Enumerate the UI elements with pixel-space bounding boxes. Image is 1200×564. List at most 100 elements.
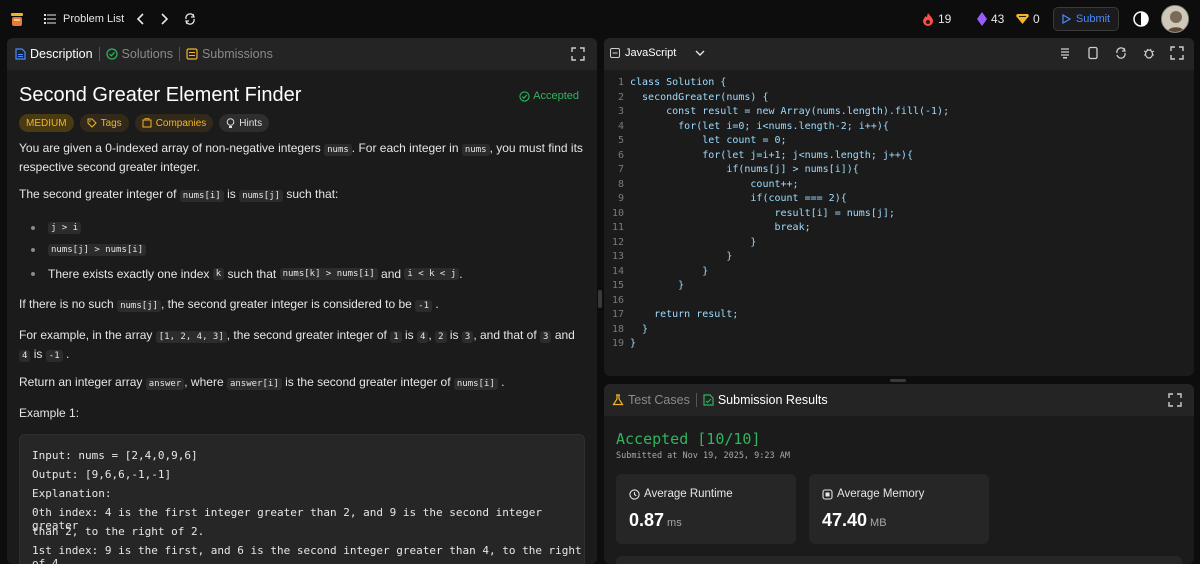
problem-list-label: Problem List bbox=[63, 13, 125, 25]
expand-icon[interactable] bbox=[1170, 46, 1184, 60]
code-line: 15 } bbox=[611, 280, 685, 291]
runtime-label: Average Runtime bbox=[629, 488, 733, 500]
code-line: 14 } bbox=[611, 265, 709, 277]
submit-button[interactable]: Submit bbox=[1053, 7, 1119, 31]
format-icon[interactable] bbox=[1058, 46, 1072, 60]
code-editor-panel: JavaScript 1 class Solution { 2 secondGre… bbox=[604, 38, 1194, 376]
chevron-down-icon bbox=[695, 50, 705, 56]
chevron-left-icon bbox=[136, 13, 144, 25]
language-select[interactable]: JavaScript bbox=[610, 47, 705, 59]
tab-submission-results[interactable]: Submission Results bbox=[703, 393, 828, 407]
example-output: Output: [9,6,6,-1,-1] bbox=[32, 468, 172, 481]
description-paragraph-3: If there is no such nums[j], the second … bbox=[19, 297, 439, 312]
user-avatar[interactable] bbox=[1161, 5, 1189, 33]
memory-value: 47.40 MB bbox=[822, 510, 887, 530]
expand-icon[interactable] bbox=[571, 47, 585, 61]
accepted-status: Accepted bbox=[519, 90, 579, 102]
bullet-dot bbox=[31, 226, 35, 230]
theme-toggle[interactable] bbox=[1131, 9, 1151, 29]
bullet-dot bbox=[31, 272, 35, 276]
description-panel: Description Solutions Submissions Second… bbox=[7, 38, 597, 564]
code-line: 5 let count = 0; bbox=[617, 135, 787, 146]
example-input: Input: nums = [2,4,0,9,6] bbox=[32, 449, 198, 462]
runtime-value: 0.87 ms bbox=[629, 510, 682, 530]
editor-toolbar: JavaScript bbox=[604, 38, 1194, 70]
memory-card: Average Memory 47.40 MB bbox=[809, 474, 989, 544]
flask-icon bbox=[612, 394, 624, 406]
app-logo-icon[interactable] bbox=[10, 11, 24, 27]
tab-submissions[interactable]: Submissions bbox=[186, 47, 273, 61]
code-line: 9 if(count === 2){ bbox=[617, 193, 847, 204]
results-panel: Test Cases Submission Results Accepted [… bbox=[604, 384, 1194, 564]
coin-counter[interactable]: 0 bbox=[1016, 0, 1040, 38]
code-line: 19} bbox=[611, 338, 637, 349]
debug-icon[interactable] bbox=[1142, 46, 1156, 60]
coin-count: 0 bbox=[1033, 12, 1040, 26]
streak-counter[interactable]: 19 bbox=[922, 0, 951, 38]
streak-count: 19 bbox=[938, 12, 952, 26]
tag-icon bbox=[87, 118, 97, 128]
example-box: Input: nums = [2,4,0,9,6] Output: [9,6,6… bbox=[19, 434, 585, 564]
shuffle-button[interactable] bbox=[180, 9, 200, 29]
gem-icon bbox=[977, 12, 987, 26]
code-line: 7 if(nums[j] > nums[i]){ bbox=[617, 164, 859, 175]
code-line: 6 for(let j=i+1; j<nums.length; j++){ bbox=[617, 149, 913, 161]
tab-divider bbox=[98, 47, 100, 61]
code-line: 17 return result; bbox=[611, 309, 739, 320]
contrast-icon bbox=[1133, 11, 1149, 27]
bookmark-icon[interactable] bbox=[1086, 46, 1100, 60]
submitted-timestamp: Submitted at Nov 19, 2025, 9:23 AM bbox=[616, 451, 790, 461]
tab-description[interactable]: Description bbox=[15, 47, 93, 61]
building-icon bbox=[142, 118, 152, 128]
problem-list-button[interactable]: Problem List bbox=[44, 0, 124, 38]
verdict-text: Accepted [10/10] bbox=[616, 430, 761, 448]
results-tabbar: Test Cases Submission Results bbox=[604, 384, 1194, 416]
condition-bullet-3: There exists exactly one index k such th… bbox=[31, 267, 463, 281]
expand-icon[interactable] bbox=[1168, 393, 1182, 407]
description-paragraph-2: The second greater integer of nums[i] is… bbox=[19, 187, 339, 202]
list-icon bbox=[44, 14, 56, 24]
gem-counter[interactable]: 43 bbox=[977, 0, 1004, 38]
next-problem-button[interactable] bbox=[154, 9, 174, 29]
hints-button[interactable]: Hints bbox=[219, 114, 270, 132]
vertical-splitter-handle[interactable] bbox=[598, 290, 602, 308]
reset-icon[interactable] bbox=[1114, 46, 1128, 60]
tags-button[interactable]: Tags bbox=[79, 114, 129, 132]
code-line: 13 } bbox=[611, 251, 733, 262]
example-explanation-label: Explanation: bbox=[32, 487, 112, 500]
fire-icon bbox=[923, 12, 933, 26]
code-line: 12 } bbox=[611, 236, 757, 248]
code-line: 10 result[i] = nums[j]; bbox=[611, 207, 895, 219]
horizontal-splitter-handle[interactable] bbox=[890, 379, 906, 382]
tab-divider bbox=[178, 47, 180, 61]
condition-bullet-2: nums[j] > nums[i] bbox=[31, 244, 147, 256]
document-icon bbox=[15, 48, 26, 60]
code-line: 4 for(let i=0; i<nums.length-2; i++){ bbox=[617, 120, 889, 132]
companies-button[interactable]: Companies bbox=[134, 114, 214, 132]
chip-icon bbox=[822, 488, 833, 500]
description-tabbar: Description Solutions Submissions bbox=[7, 38, 597, 70]
runtime-card: Average Runtime 0.87 ms bbox=[616, 474, 796, 544]
results-detail-card bbox=[616, 556, 1182, 564]
play-icon bbox=[1062, 14, 1071, 24]
code-line: 1 class Solution { bbox=[617, 77, 727, 88]
code-line: 8 count++; bbox=[617, 178, 799, 190]
example-explanation-line: than 2, to the right of 2. bbox=[32, 525, 205, 538]
gem-count: 43 bbox=[991, 12, 1005, 26]
code-line: 11 break; bbox=[611, 222, 811, 233]
condition-bullet-1: j > i bbox=[31, 222, 82, 234]
shuffle-icon bbox=[185, 13, 195, 25]
tab-divider bbox=[695, 393, 697, 407]
lightbulb-icon bbox=[226, 117, 235, 128]
coin-icon bbox=[1016, 14, 1029, 24]
top-bar: Problem List 19 43 0 Submit bbox=[0, 0, 1200, 38]
description-paragraph-1: You are given a 0-indexed array of non-n… bbox=[19, 141, 583, 174]
tab-solutions[interactable]: Solutions bbox=[105, 47, 173, 61]
result-doc-icon bbox=[703, 394, 714, 406]
code-line: 16 bbox=[611, 294, 624, 306]
tab-test-cases[interactable]: Test Cases bbox=[612, 393, 690, 407]
chevron-right-icon bbox=[161, 13, 169, 25]
example-explanation-line: 1st index: 9 is the first, and 6 is the … bbox=[32, 544, 582, 564]
editor-tools bbox=[1058, 46, 1184, 60]
prev-problem-button[interactable] bbox=[131, 9, 151, 29]
